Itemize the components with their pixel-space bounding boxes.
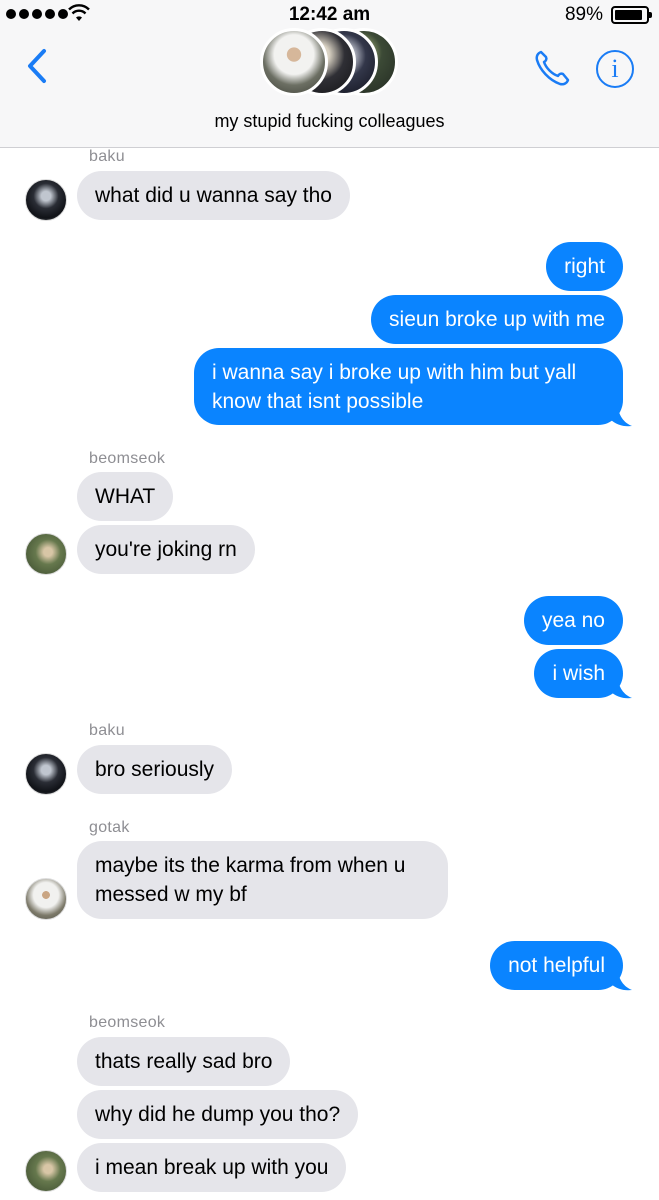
clock: 12:42 am: [288, 4, 371, 25]
avatar[interactable]: [25, 179, 67, 221]
sender-name: baku: [89, 722, 125, 739]
info-button[interactable]: i: [596, 50, 634, 88]
outgoing-message[interactable]: yea no: [523, 596, 623, 645]
battery-icon: [611, 6, 652, 24]
sender-name: beomseok: [89, 450, 166, 467]
battery-percentage: 89%: [564, 4, 603, 25]
avatar[interactable]: [25, 878, 67, 920]
back-button[interactable]: [22, 46, 52, 86]
avatar[interactable]: [25, 533, 67, 575]
chevron-left-icon: [28, 49, 46, 83]
incoming-message[interactable]: i mean break up with you: [77, 1143, 347, 1192]
status-bar: 12:42 am 89%: [0, 0, 659, 30]
incoming-message[interactable]: WHAT: [77, 472, 174, 521]
member-avatar: [260, 28, 328, 96]
incoming-message[interactable]: what did u wanna say tho: [77, 171, 350, 220]
sender-name: gotak: [89, 819, 130, 836]
outgoing-message[interactable]: not helpful: [490, 941, 623, 990]
incoming-message[interactable]: thats really sad bro: [77, 1037, 291, 1086]
conversation-title[interactable]: my stupid fucking colleagues: [0, 111, 659, 132]
bubble-tail: [610, 969, 632, 991]
phone-icon[interactable]: [532, 48, 572, 88]
incoming-message[interactable]: maybe its the karma from when u messed w…: [77, 841, 448, 919]
outgoing-message[interactable]: sieun broke up with me: [371, 295, 623, 344]
outgoing-message[interactable]: right: [546, 242, 623, 291]
incoming-message[interactable]: bro seriously: [77, 745, 233, 794]
conversation-header: 12:42 am 89% my stupid fucking colleague…: [0, 0, 659, 148]
sender-name: baku: [89, 148, 125, 165]
avatar[interactable]: [25, 1150, 67, 1192]
sender-name: beomseok: [89, 1014, 166, 1031]
incoming-message[interactable]: you're joking rn: [77, 525, 255, 574]
avatar[interactable]: [25, 753, 67, 795]
bubble-tail: [610, 405, 632, 427]
bubble-tail: [610, 677, 632, 699]
group-avatar-stack[interactable]: [260, 28, 400, 98]
incoming-message[interactable]: why did he dump you tho?: [77, 1090, 359, 1139]
outgoing-message[interactable]: i wanna say i broke up with him but yall…: [194, 348, 623, 425]
